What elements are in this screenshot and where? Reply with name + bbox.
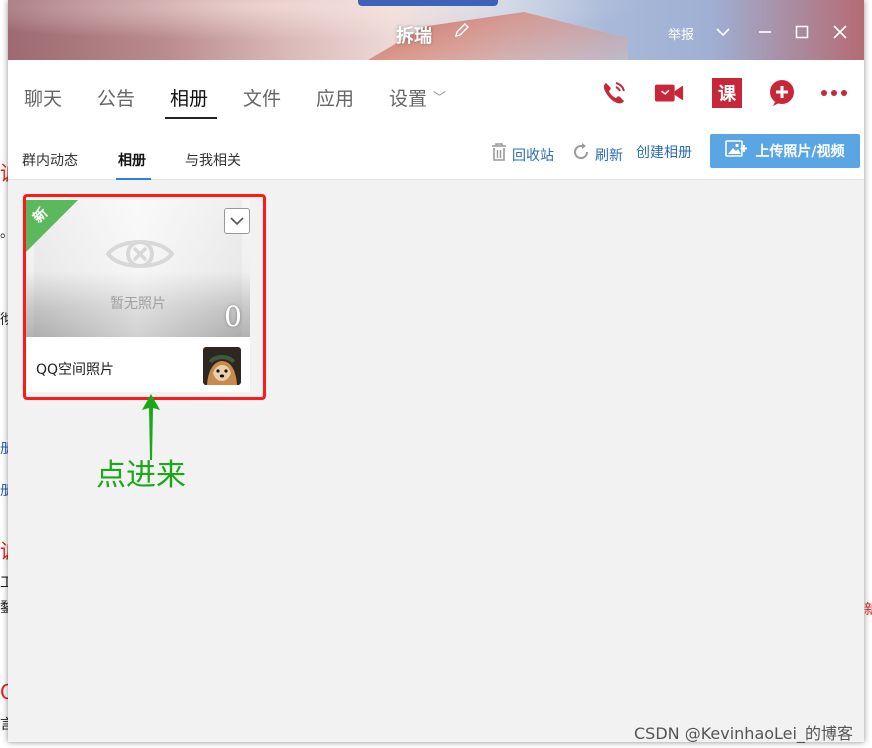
chevron-down-icon: ﹀ xyxy=(433,91,447,106)
subtab-active-indicator xyxy=(116,178,151,180)
refresh-button[interactable]: 刷新 xyxy=(571,142,623,167)
title-banner[interactable]: 拆瑞 举报 xyxy=(8,0,864,60)
recycle-bin-button[interactable]: 回收站 xyxy=(490,142,554,167)
phone-call-icon[interactable] xyxy=(599,78,629,108)
minimize-icon[interactable] xyxy=(753,20,777,44)
tab-chat[interactable]: 聊天 xyxy=(24,84,62,120)
refresh-icon xyxy=(571,142,591,167)
create-album-button[interactable]: 创建相册 xyxy=(636,142,692,162)
video-call-icon[interactable] xyxy=(654,78,684,108)
tab-settings-label: 设置 xyxy=(389,88,428,110)
active-tab-indicator xyxy=(165,117,217,119)
tab-album[interactable]: 相册 xyxy=(170,84,208,120)
annotation-highlight-box xyxy=(23,194,266,400)
subtab-group-feed[interactable]: 群内动态 xyxy=(22,150,78,170)
class-icon[interactable]: 课 xyxy=(712,78,742,108)
edit-icon[interactable] xyxy=(454,22,472,40)
more-icon[interactable] xyxy=(819,78,849,108)
subtab-related-to-me[interactable]: 与我相关 xyxy=(185,150,241,170)
upload-photo-video-button[interactable]: 上传照片/视频 xyxy=(710,134,860,168)
upload-image-icon xyxy=(725,139,748,163)
tab-settings[interactable]: 设置 ﹀ xyxy=(389,84,446,120)
report-button[interactable]: 举报 xyxy=(668,24,694,43)
tab-files[interactable]: 文件 xyxy=(243,84,281,120)
watermark: CSDN @KevinhaoLei_的博客 xyxy=(634,724,853,743)
maximize-icon[interactable] xyxy=(790,20,814,44)
refresh-label: 刷新 xyxy=(595,147,623,164)
subtab-album[interactable]: 相册 xyxy=(118,150,146,170)
tab-apps[interactable]: 应用 xyxy=(316,84,354,120)
window-dropdown-icon[interactable] xyxy=(711,20,735,44)
trash-icon xyxy=(490,142,508,167)
recycle-bin-label: 回收站 xyxy=(512,147,554,164)
add-icon[interactable] xyxy=(767,78,797,108)
annotation-text: 点进来 xyxy=(96,458,186,493)
group-name: 拆瑞 xyxy=(396,26,432,47)
banner-artwork-band xyxy=(358,0,498,6)
upload-label: 上传照片/视频 xyxy=(755,144,845,160)
background-text: 新 xyxy=(864,602,872,618)
tab-announcement[interactable]: 公告 xyxy=(97,84,135,120)
group-window: 拆瑞 举报 聊天 公告 相册 文件 应用 设置 ﹀ 课 群内动态 相册 与我相关… xyxy=(8,0,864,742)
album-subnav: 群内动态 相册 与我相关 回收站 刷新 创建相册 上传照片/视频 xyxy=(8,124,864,180)
close-icon[interactable] xyxy=(828,20,852,44)
